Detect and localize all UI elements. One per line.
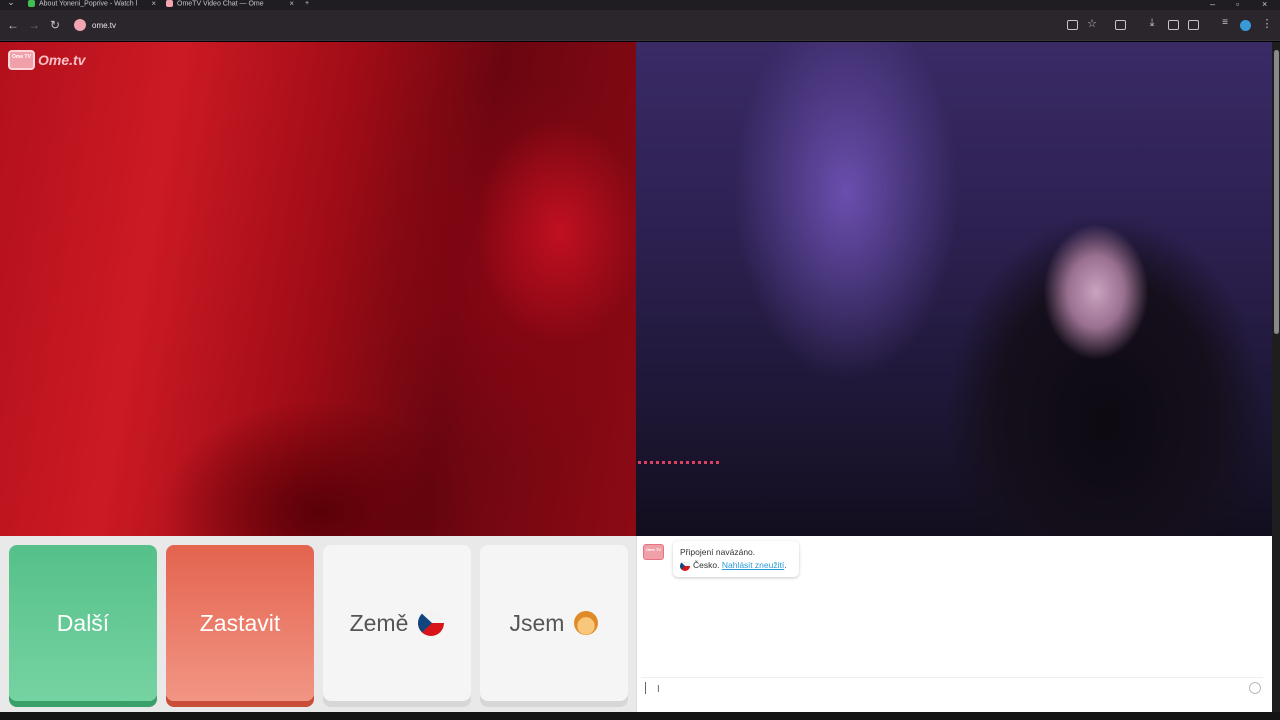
downloads-icon[interactable]: ⤓ bbox=[1145, 17, 1159, 30]
tab-about[interactable]: About Yoneni_Poprive - Watch l × bbox=[28, 0, 156, 10]
boy-emoji-icon bbox=[574, 611, 599, 635]
extensions-icon[interactable] bbox=[1115, 20, 1126, 30]
ometv-page: Ome TV Ome.tv Další Zastavit Země Jsem O… bbox=[0, 42, 1272, 712]
reload-icon[interactable]: ↻ bbox=[48, 18, 62, 32]
country-button-label: Země bbox=[349, 609, 409, 636]
ibeam-cursor-icon: I bbox=[657, 684, 660, 695]
ometv-logo: Ome TV Ome.tv bbox=[8, 48, 85, 72]
text-cursor bbox=[645, 682, 646, 694]
bookmark-star-icon[interactable]: ☆ bbox=[1085, 17, 1099, 30]
wallet-icon[interactable] bbox=[1188, 20, 1199, 30]
gender-button[interactable]: Jsem bbox=[480, 545, 628, 701]
close-tab-icon[interactable]: × bbox=[151, 0, 156, 8]
tv-logo-icon: Ome TV bbox=[8, 50, 35, 70]
forward-icon[interactable]: → bbox=[27, 18, 41, 32]
logo-badge-text: Ome TV bbox=[12, 54, 31, 60]
stranger-video: Ome TV Ome.tv bbox=[0, 42, 636, 536]
country-line: Česko. Nahlásit zneužití. bbox=[680, 559, 792, 572]
close-tab-icon[interactable]: × bbox=[289, 0, 294, 8]
tab-favicon-icon bbox=[28, 0, 35, 7]
system-message: Připojení navázáno. Česko. Nahlásit zneu… bbox=[673, 541, 799, 577]
ometv-avatar-icon: Ome TV bbox=[643, 544, 664, 560]
minimize-icon[interactable]: – bbox=[1210, 0, 1215, 9]
avatar-text: Ome TV bbox=[645, 547, 662, 552]
gender-button-label: Jsem bbox=[509, 609, 565, 636]
media-controls-icon[interactable]: ≡ bbox=[1218, 17, 1232, 28]
address-bar[interactable]: ome.tv bbox=[92, 21, 116, 30]
maximize-icon[interactable]: ▫ bbox=[1236, 0, 1239, 9]
next-button-label: Další bbox=[56, 609, 110, 636]
emoji-icon[interactable] bbox=[1249, 682, 1261, 694]
led-strip bbox=[638, 461, 720, 464]
browser-tab-bar: ⌄ About Yoneni_Poprive - Watch l × OmeTV… bbox=[0, 0, 1280, 10]
stop-button-label: Zastavit bbox=[199, 609, 281, 636]
country-button[interactable]: Země bbox=[323, 545, 471, 701]
stop-button[interactable]: Zastavit bbox=[166, 545, 314, 701]
new-tab-button[interactable]: + bbox=[305, 0, 309, 10]
bottom-edge bbox=[0, 712, 1280, 720]
report-abuse-link[interactable]: Nahlásit zneužití bbox=[722, 560, 784, 570]
chat-panel: Ome TV Připojení navázáno. Česko. Nahlás… bbox=[636, 536, 1272, 712]
self-video bbox=[636, 42, 1272, 536]
czech-flag-icon bbox=[418, 610, 445, 636]
country-name: Česko. bbox=[693, 560, 720, 570]
tab-label: About Yoneni_Poprive - Watch l bbox=[39, 0, 138, 8]
tab-ometv[interactable]: OmeTV Video Chat — Ome × bbox=[166, 0, 294, 10]
connection-message: Připojení navázáno. bbox=[680, 547, 756, 557]
tab-favicon-icon bbox=[166, 0, 173, 7]
site-favicon-icon bbox=[74, 19, 86, 31]
logo-text: Ome.tv bbox=[38, 52, 86, 68]
next-button[interactable]: Další bbox=[9, 545, 157, 701]
czech-flag-icon bbox=[680, 560, 690, 571]
chat-input[interactable]: I bbox=[641, 677, 1263, 699]
install-app-icon[interactable] bbox=[1067, 20, 1078, 30]
scrollbar-thumb[interactable] bbox=[1274, 50, 1279, 334]
back-icon[interactable]: ← bbox=[6, 18, 20, 32]
report-suffix: . bbox=[784, 560, 787, 570]
tab-label: OmeTV Video Chat — Ome bbox=[177, 0, 264, 8]
close-window-icon[interactable]: × bbox=[1262, 0, 1267, 9]
menu-icon[interactable]: ⋮ bbox=[1260, 17, 1274, 30]
tab-search-icon[interactable]: ⌄ bbox=[4, 0, 18, 8]
trash-icon[interactable] bbox=[1168, 20, 1179, 30]
profile-avatar[interactable] bbox=[1240, 20, 1251, 31]
